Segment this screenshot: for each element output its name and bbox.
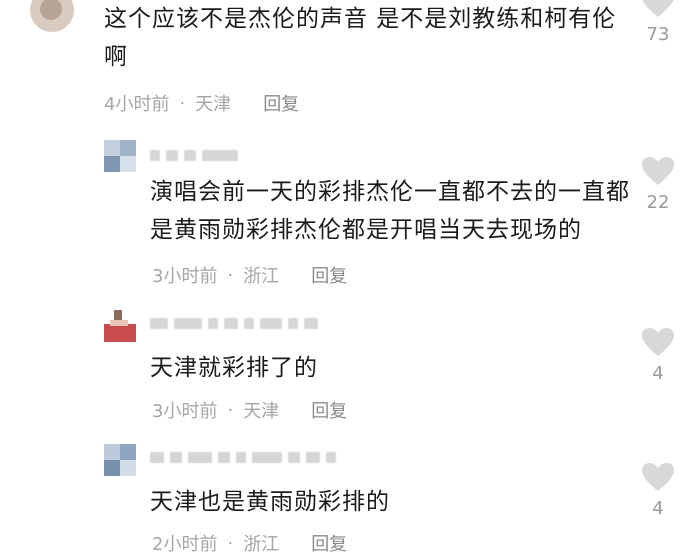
meta-separator: · xyxy=(227,264,234,286)
comment-location: 天津 xyxy=(195,94,232,115)
comment-time: 2小时前 xyxy=(152,534,218,555)
meta-separator: · xyxy=(227,532,234,554)
comment-meta: 2小时前 · 浙江 回复 xyxy=(152,530,347,556)
heart-icon xyxy=(642,463,674,491)
reply-button[interactable]: 回复 xyxy=(311,530,347,556)
comment-text: 这个应该不是杰伦的声音 是不是刘教练和柯有伦啊 xyxy=(104,6,617,70)
like-count: 22 xyxy=(646,192,670,213)
comment-meta: 3小时前 · 天津 回复 xyxy=(152,397,347,423)
avatar[interactable] xyxy=(30,0,74,32)
meta-separator: · xyxy=(227,399,234,421)
username-blurred xyxy=(150,452,336,463)
avatar[interactable] xyxy=(104,140,136,172)
comment-time: 3小时前 xyxy=(152,266,218,287)
like-button[interactable]: 4 xyxy=(638,462,678,519)
avatar[interactable] xyxy=(104,444,136,476)
comment-text: 演唱会前一天的彩排杰伦一直都不去的一直都是黄雨勋彩排杰伦都是开唱当天去现场的 xyxy=(150,179,630,243)
comment-meta: 4小时前 · 天津 回复 xyxy=(104,90,299,116)
comment-location: 天津 xyxy=(243,401,280,422)
username-blurred xyxy=(150,318,318,329)
meta-separator: · xyxy=(179,92,186,114)
comment-location: 浙江 xyxy=(243,534,280,555)
like-button[interactable]: 22 xyxy=(638,156,678,213)
comment-time: 4小时前 xyxy=(104,94,170,115)
like-count: 73 xyxy=(646,24,670,45)
reply-button[interactable]: 回复 xyxy=(311,262,347,288)
comment-meta: 3小时前 · 浙江 回复 xyxy=(152,262,347,288)
reply-button[interactable]: 回复 xyxy=(311,397,347,423)
username-blurred xyxy=(150,150,238,161)
comment-text: 天津就彩排了的 xyxy=(150,355,318,381)
comment-location: 浙江 xyxy=(243,266,280,287)
like-count: 4 xyxy=(652,363,664,384)
like-count: 4 xyxy=(652,498,664,519)
like-button[interactable]: 4 xyxy=(638,327,678,384)
comment-time: 3小时前 xyxy=(152,401,218,422)
reply-button[interactable]: 回复 xyxy=(263,90,299,116)
comment-text: 天津也是黄雨勋彩排的 xyxy=(150,489,390,515)
heart-icon xyxy=(642,0,674,17)
like-button[interactable]: 73 xyxy=(638,0,678,45)
heart-icon xyxy=(642,328,674,356)
avatar[interactable] xyxy=(104,310,136,342)
heart-icon xyxy=(642,157,674,185)
